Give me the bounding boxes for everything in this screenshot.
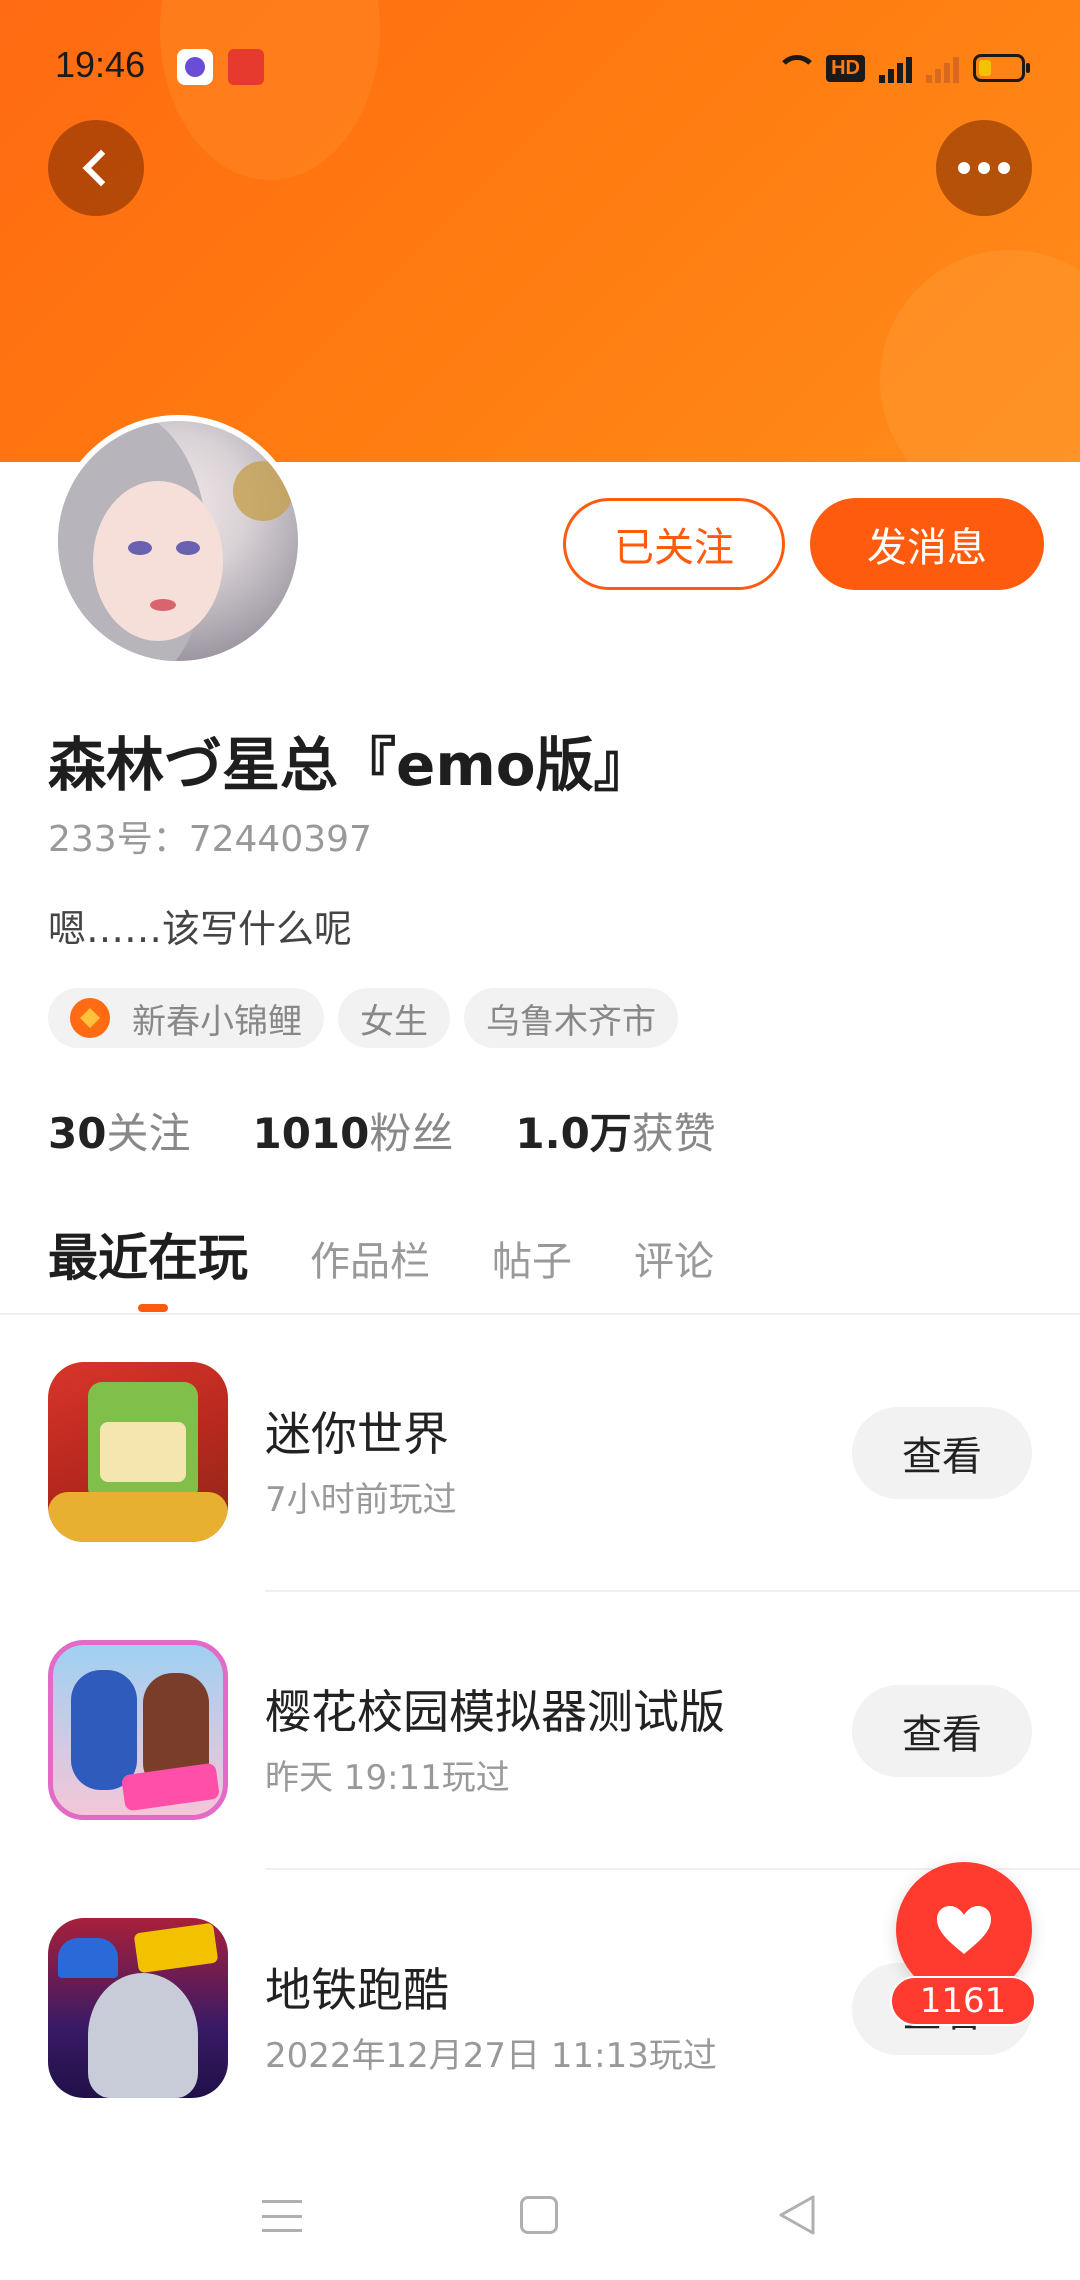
stat-label: 获赞 — [631, 1109, 716, 1158]
game-list-item[interactable]: 樱花校园模拟器测试版 昨天 19:11玩过 查看 — [0, 1640, 1080, 1890]
tag-location: 乌鲁木齐市 — [464, 988, 678, 1048]
system-nav-bar — [0, 2160, 1080, 2280]
tab-comments[interactable]: 评论 — [634, 1229, 714, 1287]
medal-icon — [70, 998, 110, 1038]
send-message-button[interactable]: 发消息 — [810, 498, 1044, 590]
like-count: 1161 — [890, 1976, 1036, 2026]
divider — [0, 1313, 1080, 1315]
game-name: 樱花校园模拟器测试版 — [265, 1685, 725, 1739]
tab-recently-played[interactable]: 最近在玩 — [48, 1218, 248, 1290]
game-played-time: 7小时前玩过 — [265, 1480, 457, 1520]
notification-app-icon-2 — [228, 49, 264, 85]
stat-likes: 1.0万 获赞 — [515, 1100, 715, 1161]
game-list-item[interactable]: 迷你世界 7小时前玩过 查看 — [0, 1362, 1080, 1612]
status-bar: 19:46 HD — [0, 0, 1080, 130]
avatar[interactable] — [52, 415, 304, 667]
stat-value: 1.0万 — [515, 1109, 632, 1158]
game-played-time: 昨天 19:11玩过 — [265, 1758, 510, 1798]
tag-badge[interactable]: 新春小锦鲤 — [48, 988, 324, 1048]
game-name: 迷你世界 — [265, 1407, 449, 1461]
hd-badge: HD — [826, 54, 865, 82]
notification-app-icon — [177, 49, 213, 85]
bio: 嗯……该写什么呢 — [48, 907, 353, 951]
profile-tabs: 最近在玩 作品栏 帖子 评论 — [48, 1218, 714, 1290]
stat-following[interactable]: 30 关注 — [48, 1100, 190, 1161]
game-icon-mini-world — [48, 1362, 228, 1542]
user-id: 233号：72440397 — [48, 819, 372, 860]
stat-value: 30 — [48, 1109, 107, 1158]
triangle-back-icon[interactable] — [777, 2194, 817, 2236]
signal-weak-icon — [926, 53, 959, 83]
stat-label: 粉丝 — [369, 1109, 454, 1158]
username: 森林づ星总『emo版』 — [48, 731, 652, 799]
more-horizontal-icon — [958, 162, 1010, 174]
tab-posts[interactable]: 帖子 — [492, 1229, 572, 1287]
heart-icon — [937, 1906, 991, 1954]
view-button[interactable]: 查看 — [852, 1685, 1032, 1777]
signal-icon — [879, 53, 912, 83]
tag-list: 新春小锦鲤 女生 乌鲁木齐市 — [48, 988, 678, 1048]
more-button[interactable] — [936, 120, 1032, 216]
view-button[interactable]: 查看 — [852, 1407, 1032, 1499]
back-button[interactable] — [48, 120, 144, 216]
tag-label: 新春小锦鲤 — [132, 1001, 302, 1042]
tag-gender: 女生 — [338, 988, 450, 1048]
game-icon-subway-surfers — [48, 1918, 228, 2098]
menu-icon[interactable] — [262, 2200, 302, 2232]
divider — [265, 1590, 1080, 1592]
active-tab-indicator — [138, 1304, 168, 1312]
square-home-icon[interactable] — [520, 2196, 558, 2234]
chevron-left-icon — [82, 149, 120, 187]
stat-label: 关注 — [106, 1109, 191, 1158]
tag-label: 乌鲁木齐市 — [486, 1001, 656, 1042]
stats: 30 关注 1010 粉丝 1.0万 获赞 — [48, 1100, 716, 1161]
followed-button[interactable]: 已关注 — [563, 498, 785, 590]
status-icons: HD — [772, 48, 1030, 88]
battery-icon — [973, 54, 1030, 82]
stat-value: 1010 — [252, 1109, 370, 1158]
status-time: 19:46 — [55, 44, 146, 85]
game-played-time: 2022年12月27日 11:13玩过 — [265, 2036, 717, 2076]
tab-works[interactable]: 作品栏 — [310, 1229, 430, 1287]
game-name: 地铁跑酷 — [265, 1963, 449, 2017]
wifi-icon — [772, 53, 819, 83]
tag-label: 女生 — [360, 1001, 428, 1042]
stat-followers[interactable]: 1010 粉丝 — [252, 1100, 453, 1161]
game-icon-sakura-school — [48, 1640, 228, 1820]
